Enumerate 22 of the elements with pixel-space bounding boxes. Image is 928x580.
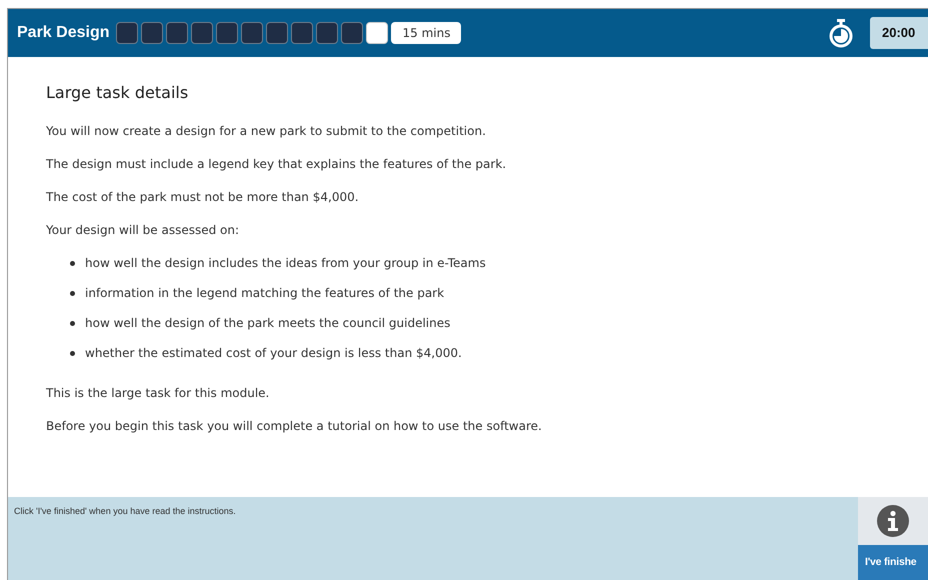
section-heading: Large task details [46, 82, 190, 104]
paragraph: This is the large task for this module. [46, 385, 270, 401]
bullet-icon [70, 350, 75, 356]
bullet-icon [70, 320, 75, 326]
paragraph: You will now create a design for a new park to submit to the competition. [46, 123, 487, 139]
info-icon[interactable] [877, 505, 909, 537]
finish-button[interactable]: I've finishe [858, 545, 928, 580]
bullet-icon [70, 260, 75, 266]
bullet-text: information in the legend matching the features of the park [85, 285, 444, 301]
bullet-text: whether the estimated cost of your design is less than $4,000. [85, 345, 462, 361]
stopwatch-icon [828, 18, 854, 48]
paragraph: Before you begin this task you will complete a tutorial on how to use the software. [46, 418, 543, 434]
duration-label: 15 mins [391, 22, 462, 44]
paragraph: The cost of the park must not be more than $4,000. [46, 189, 360, 205]
bullet-text: how well the design includes the ideas from your group in e-Teams [85, 255, 486, 271]
timer-display: 20:00 [870, 17, 928, 49]
app-title: Park Design [17, 23, 110, 43]
bullet-icon [70, 290, 75, 296]
instruction-text: Click 'I've finished' when you have read the instructions. [14, 505, 237, 518]
bullet-text: how well the design of the park meets the council guidelines [85, 315, 450, 331]
paragraph: The design must include a legend key that explains the features of the park. [46, 156, 508, 172]
paragraph: Your design will be assessed on: [46, 222, 240, 238]
